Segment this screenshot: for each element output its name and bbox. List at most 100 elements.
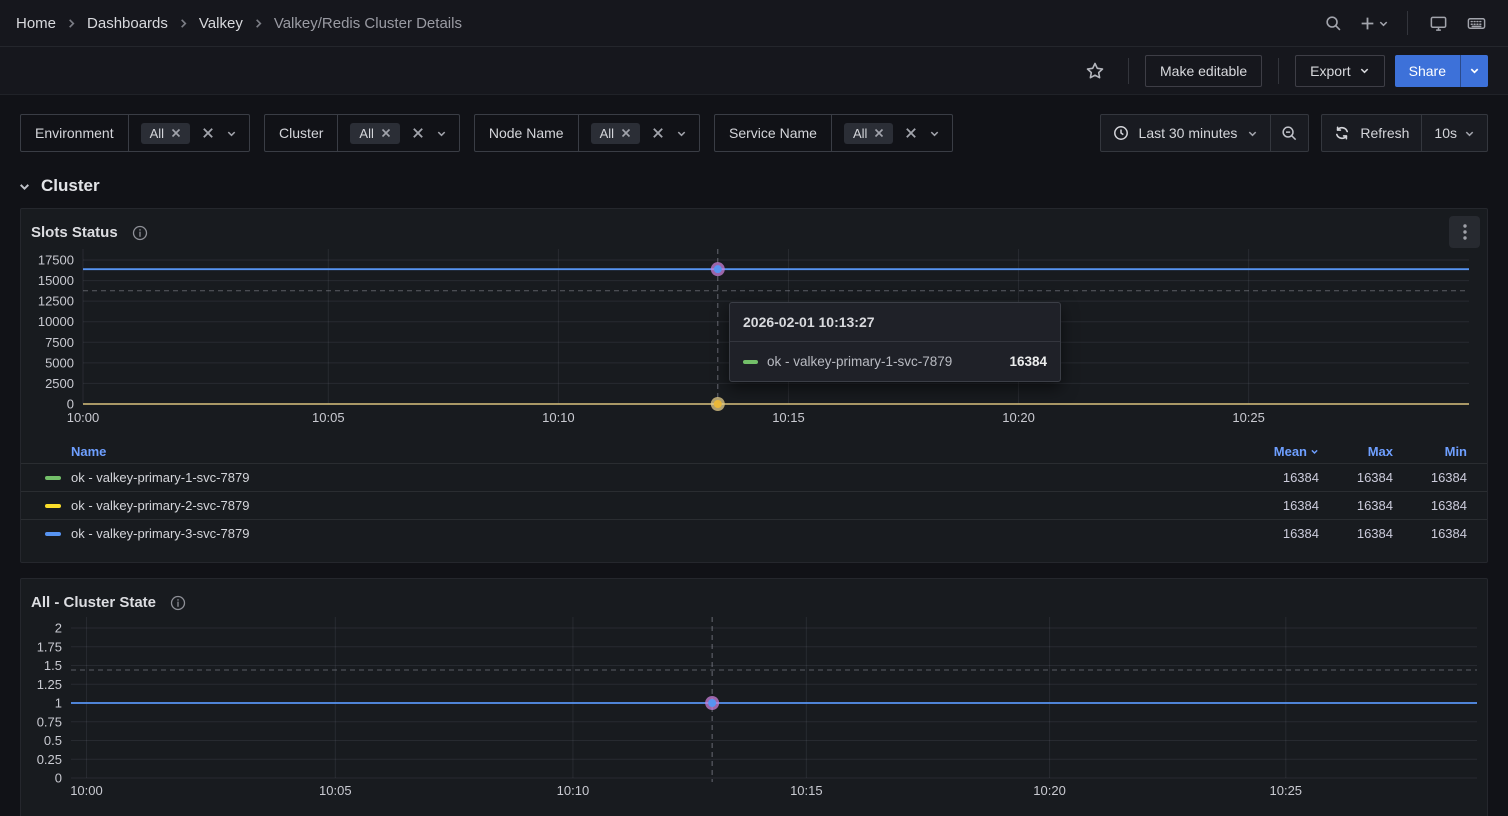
remove-value-icon[interactable] — [621, 128, 631, 138]
add-menu-button[interactable] — [1355, 15, 1393, 32]
panel-title[interactable]: Slots Status — [31, 224, 118, 241]
hover-point — [708, 699, 716, 707]
x-tick-label: 10:05 — [319, 783, 352, 797]
x-tick-label: 10:25 — [1232, 410, 1265, 425]
filter-label[interactable]: Node Name — [475, 115, 579, 151]
y-tick-label: 10000 — [38, 314, 74, 329]
filter-value-dropdown[interactable]: All — [129, 115, 249, 151]
breadcrumb: Home Dashboards Valkey Valkey/Redis Clus… — [16, 15, 462, 32]
tooltip-timestamp: 2026-02-01 10:13:27 — [730, 303, 1060, 342]
y-tick-label: 0 — [55, 771, 62, 786]
refresh-interval-button[interactable]: 10s — [1421, 115, 1487, 151]
remove-value-icon[interactable] — [381, 128, 391, 138]
legend-mean-value: 16384 — [1245, 526, 1319, 541]
legend-min-value: 16384 — [1393, 470, 1467, 485]
time-range-button[interactable]: Last 30 minutes — [1101, 125, 1271, 141]
filter-label[interactable]: Cluster — [265, 115, 338, 151]
breadcrumb-valkey[interactable]: Valkey — [199, 15, 243, 32]
monitor-icon[interactable] — [1422, 7, 1454, 39]
x-tick-label: 10:20 — [1033, 783, 1066, 797]
export-button[interactable]: Export — [1295, 55, 1384, 87]
chevron-down-icon — [18, 180, 31, 193]
legend-col-max[interactable]: Max — [1319, 444, 1393, 459]
make-editable-button[interactable]: Make editable — [1145, 55, 1262, 87]
divider — [1128, 58, 1129, 84]
y-tick-label: 1.25 — [37, 677, 62, 692]
filter-label[interactable]: Service Name — [715, 115, 832, 151]
slots-status-chart-wrap: 02500500075001000012500150001750010:0010… — [21, 241, 1487, 437]
tooltip-row: ok - valkey-primary-1-svc-7879 16384 — [730, 342, 1060, 381]
chevron-down-icon — [676, 128, 687, 139]
chevron-down-icon — [929, 128, 940, 139]
filter-label[interactable]: Environment — [21, 115, 129, 151]
remove-value-icon[interactable] — [171, 128, 181, 138]
legend-max-value: 16384 — [1319, 470, 1393, 485]
filter-environment: Environment All — [20, 114, 250, 152]
info-icon[interactable] — [170, 595, 186, 611]
row-cluster-toggle[interactable]: Cluster — [18, 176, 1488, 196]
hover-point — [714, 265, 722, 273]
filter-value-dropdown[interactable]: All — [832, 115, 952, 151]
clear-all-icon[interactable] — [905, 127, 917, 139]
chevron-down-icon — [1359, 65, 1370, 76]
time-picker-group: Last 30 minutes — [1100, 114, 1310, 152]
clear-all-icon[interactable] — [652, 127, 664, 139]
filter-selected-pill[interactable]: All — [141, 123, 190, 144]
y-tick-label: 1 — [55, 696, 62, 711]
x-tick-label: 10:25 — [1270, 783, 1303, 797]
legend-min-value: 16384 — [1393, 498, 1467, 513]
chevron-down-icon — [1247, 128, 1258, 139]
legend-header: Name Mean Max Min — [21, 439, 1487, 463]
x-tick-label: 10:15 — [772, 410, 805, 425]
clear-all-icon[interactable] — [412, 127, 424, 139]
filter-node-name: Node Name All — [474, 114, 700, 152]
filter-value-dropdown[interactable]: All — [338, 115, 458, 151]
x-tick-label: 10:00 — [67, 410, 100, 425]
clear-all-icon[interactable] — [202, 127, 214, 139]
refresh-label: Refresh — [1360, 125, 1409, 141]
y-tick-label: 2 — [55, 621, 62, 636]
legend-series-toggle[interactable]: ok - valkey-primary-2-svc-7879 — [45, 498, 1245, 513]
legend-series-toggle[interactable]: ok - valkey-primary-1-svc-7879 — [45, 470, 1245, 485]
panel-title[interactable]: All - Cluster State — [31, 594, 156, 611]
filter-selected-pill[interactable]: All — [591, 123, 640, 144]
legend-series-toggle[interactable]: ok - valkey-primary-3-svc-7879 — [45, 526, 1245, 541]
x-tick-label: 10:10 — [557, 783, 590, 797]
y-tick-label: 7500 — [45, 335, 74, 350]
series-swatch — [45, 532, 61, 536]
filter-selected-pill[interactable]: All — [350, 123, 399, 144]
chevron-right-icon — [253, 18, 264, 29]
legend-row: ok - valkey-primary-3-svc-78791638416384… — [21, 519, 1487, 547]
chevron-down-icon — [436, 128, 447, 139]
chart2-svg: 00.250.50.7511.251.51.75210:0010:0510:10… — [21, 611, 1487, 797]
clock-icon — [1113, 125, 1129, 141]
cluster-state-chart-wrap: 00.250.50.7511.251.51.75210:0010:0510:10… — [21, 611, 1487, 797]
search-icon[interactable] — [1317, 7, 1349, 39]
y-tick-label: 1.75 — [37, 639, 62, 654]
star-icon[interactable] — [1078, 55, 1112, 87]
share-button[interactable]: Share — [1395, 55, 1460, 87]
cluster-state-chart[interactable]: 00.250.50.7511.251.51.75210:0010:0510:10… — [21, 611, 1487, 797]
plus-icon — [1359, 15, 1376, 32]
legend-col-min[interactable]: Min — [1393, 444, 1467, 459]
legend-row: ok - valkey-primary-1-svc-7879 1638416384… — [21, 463, 1487, 491]
chevron-down-icon — [1464, 128, 1475, 139]
legend-col-mean[interactable]: Mean — [1245, 444, 1319, 459]
share-menu-button[interactable] — [1460, 55, 1488, 87]
breadcrumb-current: Valkey/Redis Cluster Details — [274, 15, 462, 32]
variables-row: Environment All Cluster All Node Name All Serv… — [20, 114, 1488, 152]
info-icon[interactable] — [132, 225, 148, 241]
filter-selected-pill[interactable]: All — [844, 123, 893, 144]
breadcrumb-home[interactable]: Home — [16, 15, 56, 32]
refresh-button[interactable]: Refresh — [1322, 125, 1421, 141]
y-tick-label: 17500 — [38, 253, 74, 268]
legend-col-name[interactable]: Name — [71, 444, 1245, 459]
tooltip-value: 16384 — [1009, 354, 1047, 369]
zoom-out-button[interactable] — [1270, 115, 1308, 151]
panel-cluster-state: All - Cluster State 00.250.50.7511.251.5… — [20, 578, 1488, 816]
breadcrumb-dashboards[interactable]: Dashboards — [87, 15, 168, 32]
remove-value-icon[interactable] — [874, 128, 884, 138]
keyboard-icon[interactable] — [1460, 7, 1492, 39]
filter-value-dropdown[interactable]: All — [579, 115, 699, 151]
top-nav-bar: Home Dashboards Valkey Valkey/Redis Clus… — [0, 0, 1508, 47]
